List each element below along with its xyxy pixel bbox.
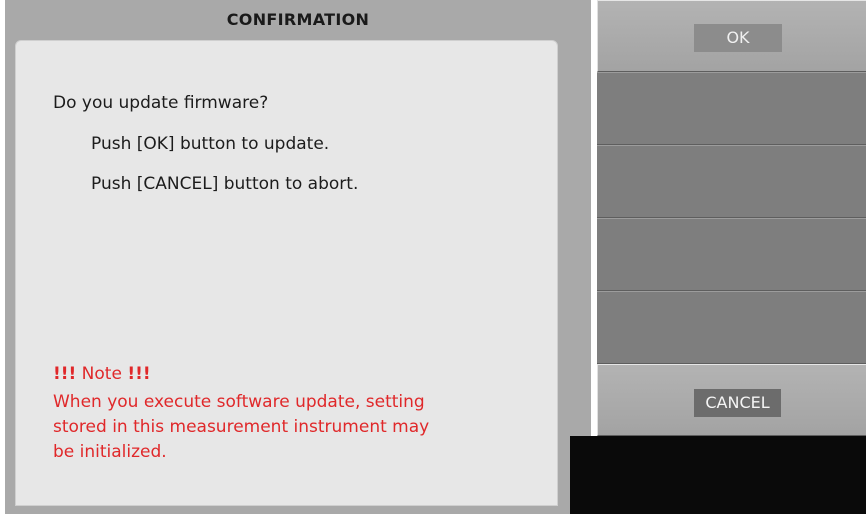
dialog-title: CONFIRMATION — [226, 10, 370, 29]
cancel-button-label: CANCEL — [694, 389, 781, 417]
softkey-4[interactable] — [597, 218, 866, 291]
blank-display-area — [570, 436, 866, 514]
softkey-5[interactable] — [597, 291, 866, 364]
cancel-button[interactable]: CANCEL — [597, 364, 866, 436]
note-bang-right: !!! — [127, 364, 151, 384]
cancel-instruction-text: Push [CANCEL] button to abort. — [91, 174, 359, 194]
note-text: When you execute software update, settin… — [53, 390, 553, 465]
softkey-3[interactable] — [597, 145, 866, 218]
softkey-2[interactable] — [597, 72, 866, 145]
softkey-panel: OK CANCEL — [597, 0, 866, 436]
dialog-body: Do you update firmware? Push [OK] button… — [15, 40, 558, 506]
note-line: be initialized. — [53, 442, 167, 462]
ok-instruction-text: Push [OK] button to update. — [91, 134, 330, 154]
confirmation-dialog: CONFIRMATION Do you update firmware? Pus… — [5, 0, 591, 514]
ok-button[interactable]: OK — [597, 0, 866, 72]
note-bang-left: !!! — [53, 364, 77, 384]
screen: CONFIRMATION Do you update firmware? Pus… — [0, 0, 866, 514]
ok-button-label: OK — [694, 24, 782, 52]
question-text: Do you update firmware? — [53, 93, 269, 113]
note-line: stored in this measurement instrument ma… — [53, 417, 430, 437]
note-label: Note — [81, 364, 122, 384]
note-heading: !!! Note !!! — [53, 364, 151, 384]
note-line: When you execute software update, settin… — [53, 392, 425, 412]
